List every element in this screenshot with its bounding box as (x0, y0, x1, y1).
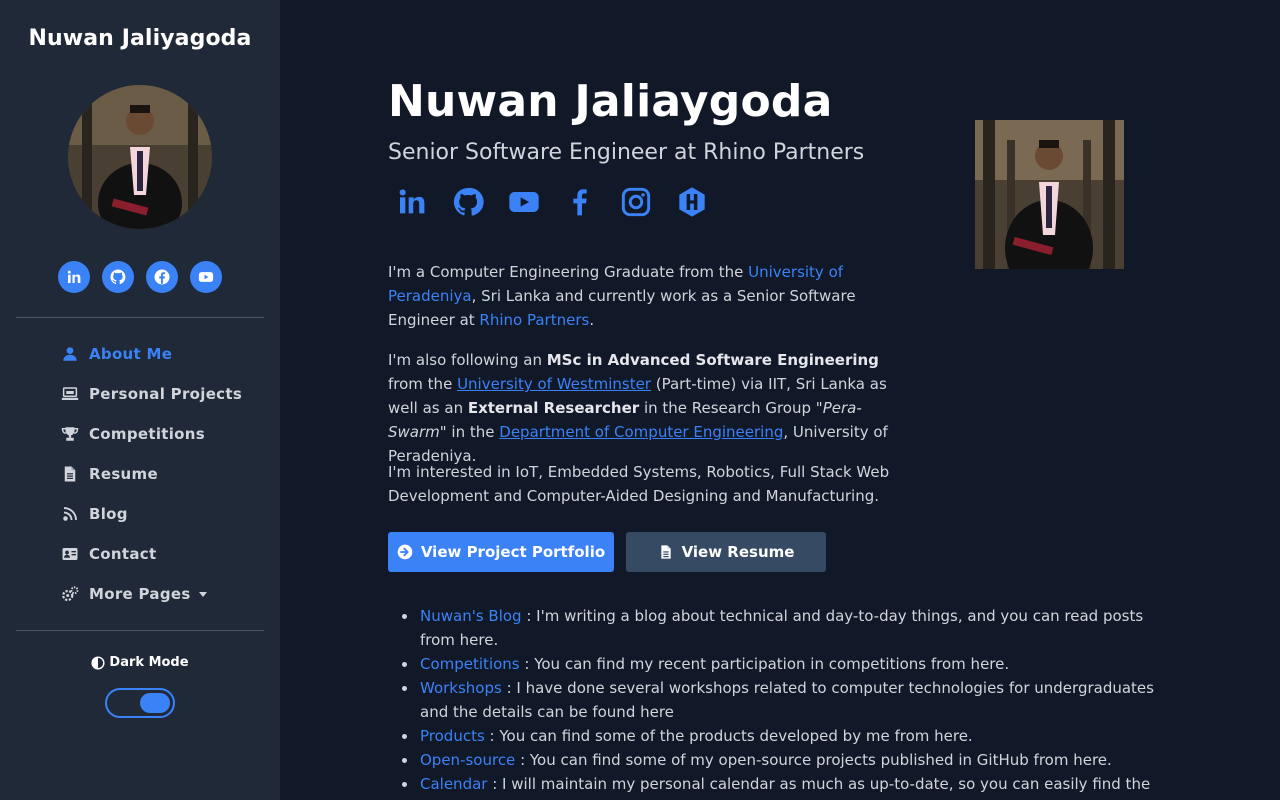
linkedin-icon[interactable] (396, 184, 428, 220)
sidebar: Nuwan Jaliyagoda About Me Personal Proje… (0, 0, 280, 800)
dark-mode-label: Dark Mode (0, 655, 280, 670)
profile-photo (975, 120, 1124, 269)
sidebar-social-links (58, 261, 222, 293)
user-icon (60, 344, 80, 364)
dark-mode-toggle[interactable] (105, 688, 175, 718)
products-link[interactable]: Products (420, 727, 485, 745)
list-item: Products : You can find some of the prod… (402, 724, 1180, 748)
sidebar-item-label: Blog (89, 505, 128, 523)
open-source-link[interactable]: Open-source (420, 751, 515, 769)
file-icon (60, 464, 80, 484)
sidebar-nav: About Me Personal Projects Competitions … (60, 334, 260, 614)
sidebar-divider-top (16, 317, 264, 318)
sidebar-item-blog[interactable]: Blog (60, 494, 260, 534)
page-title: Nuwan Jaliaygoda (388, 76, 833, 127)
view-resume-button[interactable]: View Resume (626, 532, 826, 572)
contact-card-icon (60, 544, 80, 564)
list-item: Workshops : I have done several workshop… (402, 676, 1180, 724)
site-title[interactable]: Nuwan Jaliyagoda (0, 26, 280, 51)
sidebar-divider-bottom (16, 630, 264, 631)
sidebar-item-label: Resume (89, 465, 158, 483)
sidebar-item-label: Contact (89, 545, 157, 563)
sidebar-item-personal-projects[interactable]: Personal Projects (60, 374, 260, 414)
department-of-computer-engineering-link[interactable]: Department of Computer Engineering (499, 423, 783, 441)
blog-icon (60, 504, 80, 524)
trophy-icon (60, 424, 80, 444)
toggle-knob (140, 693, 170, 713)
arrow-circle-right-icon (397, 544, 413, 560)
laptop-icon (60, 384, 80, 404)
gears-icon (60, 584, 80, 604)
calendar-link[interactable]: Calendar (420, 775, 487, 793)
education-paragraph: I'm also following an MSc in Advanced So… (388, 351, 888, 465)
rhino-partners-link[interactable]: Rhino Partners (479, 311, 589, 329)
linkedin-icon[interactable] (58, 261, 90, 293)
half-circle-icon (91, 655, 105, 670)
github-icon[interactable] (452, 184, 484, 220)
competitions-link[interactable]: Competitions (420, 655, 520, 673)
instagram-icon[interactable] (620, 184, 652, 220)
sidebar-item-resume[interactable]: Resume (60, 454, 260, 494)
youtube-icon[interactable] (190, 261, 222, 293)
interests-paragraph: I'm interested in IoT, Embedded Systems,… (388, 463, 890, 505)
facebook-icon[interactable] (146, 261, 178, 293)
chevron-down-icon (198, 591, 207, 597)
quick-links-list: Nuwan's Blog : I'm writing a blog about … (402, 604, 1180, 800)
youtube-icon[interactable] (508, 184, 540, 220)
hackster-icon[interactable] (676, 184, 708, 220)
blog-link[interactable]: Nuwan's Blog (420, 607, 522, 625)
avatar (68, 85, 212, 229)
sidebar-item-contact[interactable]: Contact (60, 534, 260, 574)
view-project-portfolio-button[interactable]: View Project Portfolio (388, 532, 614, 572)
list-item: Open-source : You can find some of my op… (402, 748, 1180, 772)
sidebar-item-label: Competitions (89, 425, 205, 443)
sidebar-item-label: About Me (89, 345, 173, 363)
list-item: Competitions : You can find my recent pa… (402, 652, 1180, 676)
facebook-icon[interactable] (564, 184, 596, 220)
workshops-link[interactable]: Workshops (420, 679, 502, 697)
intro-paragraph: I'm a Computer Engineering Graduate from… (388, 263, 856, 329)
page-subtitle: Senior Software Engineer at Rhino Partne… (388, 140, 865, 165)
sidebar-item-label: Personal Projects (89, 385, 243, 403)
main-social-links (396, 184, 708, 220)
file-icon (660, 545, 671, 559)
list-item: Nuwan's Blog : I'm writing a blog about … (402, 604, 1180, 652)
list-item: Calendar : I will maintain my personal c… (402, 772, 1180, 800)
university-of-westminster-link[interactable]: University of Westminster (457, 375, 651, 393)
sidebar-item-competitions[interactable]: Competitions (60, 414, 260, 454)
sidebar-item-about-me[interactable]: About Me (60, 334, 260, 374)
sidebar-item-label: More Pages (89, 585, 191, 603)
sidebar-item-more-pages[interactable]: More Pages (60, 574, 260, 614)
github-icon[interactable] (102, 261, 134, 293)
